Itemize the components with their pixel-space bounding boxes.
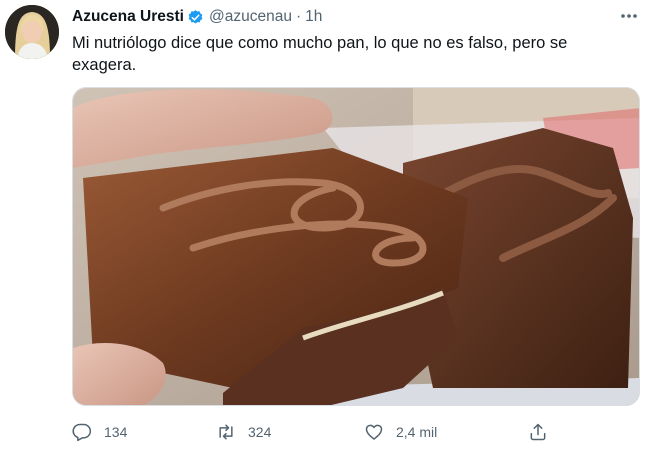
reply-count: 134 — [104, 424, 128, 440]
photo-chocolate-cake — [73, 88, 639, 405]
verified-icon — [188, 9, 203, 24]
more-icon[interactable] — [618, 7, 640, 25]
share-button[interactable] — [528, 420, 548, 444]
tweet-actions: 134 324 2,4 mil — [72, 420, 632, 444]
share-icon — [530, 423, 546, 441]
retweet-count: 324 — [248, 424, 272, 440]
tweet-photo[interactable] — [72, 87, 640, 406]
author-name[interactable]: Azucena Uresti — [72, 8, 184, 26]
avatar-image — [5, 5, 59, 59]
tweet: Azucena Uresti @azucenau · 1h Mi nutriól… — [0, 0, 647, 455]
retweet-icon — [219, 424, 233, 440]
retweet-button[interactable]: 324 — [216, 420, 271, 444]
reply-button[interactable]: 134 — [72, 420, 127, 444]
tweet-header: Azucena Uresti @azucenau · 1h — [72, 6, 322, 28]
like-count: 2,4 mil — [396, 424, 438, 440]
like-icon — [365, 424, 383, 440]
tweet-time[interactable]: 1h — [305, 8, 322, 26]
author-handle[interactable]: @azucenau — [209, 8, 292, 26]
header-separator: · — [295, 8, 302, 25]
reply-icon — [72, 423, 92, 442]
avatar[interactable] — [5, 5, 59, 59]
tweet-text: Mi nutriólogo dice que como mucho pan, l… — [72, 34, 568, 74]
like-button[interactable]: 2,4 mil — [364, 420, 437, 444]
